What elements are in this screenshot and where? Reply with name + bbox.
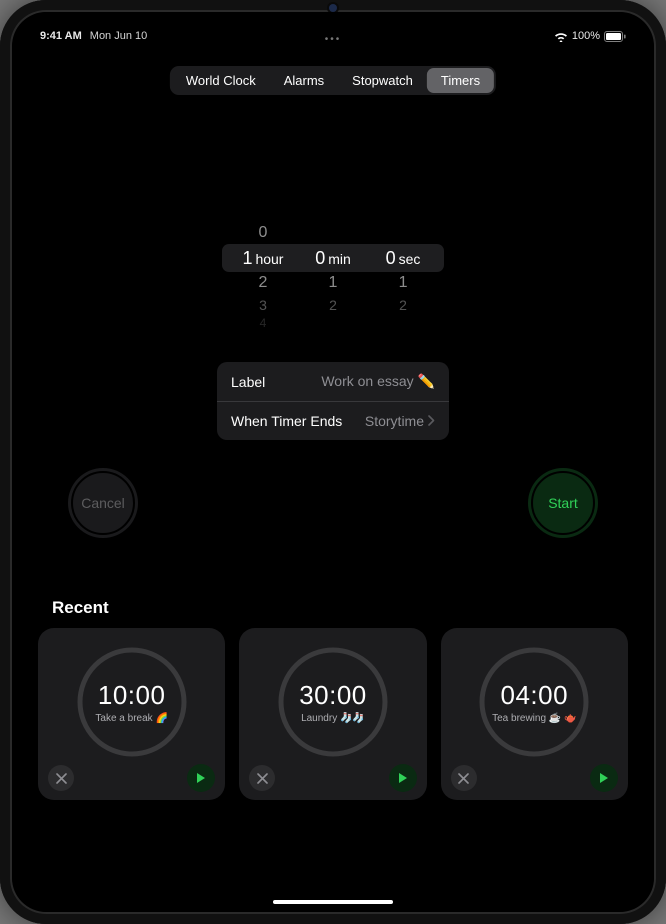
cancel-button-label: Cancel bbox=[81, 495, 125, 511]
picker-seconds-current: 0 sec bbox=[386, 244, 421, 272]
play-icon bbox=[599, 772, 609, 784]
timer-label: Laundry 🧦🧦 bbox=[301, 713, 365, 725]
picker-minutes-value: 0 bbox=[315, 244, 325, 272]
picker-minutes-current: 0 min bbox=[315, 244, 351, 272]
recent-timer-card: 04:00 Tea brewing ☕️ 🫖 bbox=[441, 628, 628, 800]
timer-label-value: Work on essay ✏️ bbox=[321, 373, 435, 390]
picker-seconds-unit: sec bbox=[399, 245, 421, 273]
picker-minutes-below-2: 2 bbox=[329, 294, 337, 316]
picker-seconds-below-2: 2 bbox=[399, 294, 407, 316]
status-left: 9:41 AM Mon Jun 10 bbox=[40, 30, 147, 42]
picker-hours-below-2: 3 bbox=[259, 294, 267, 316]
timer-label-key: Label bbox=[231, 374, 265, 390]
timer-end-sound-row[interactable]: When Timer Ends Storytime bbox=[217, 401, 449, 440]
duration-picker[interactable]: 0 1 hour 2 3 4 0 min 1 bbox=[228, 222, 438, 322]
multitask-dots-icon[interactable]: ••• bbox=[325, 34, 342, 45]
play-icon bbox=[196, 772, 206, 784]
picker-hours-below-3: 4 bbox=[260, 316, 267, 330]
timer-end-key: When Timer Ends bbox=[231, 413, 342, 429]
tab-stopwatch[interactable]: Stopwatch bbox=[338, 68, 427, 93]
timer-label: Take a break 🌈 bbox=[95, 713, 168, 725]
tab-world-clock[interactable]: World Clock bbox=[172, 68, 270, 93]
recent-timer-card: 30:00 Laundry 🧦🧦 bbox=[239, 628, 426, 800]
picker-hours-below-1: 2 bbox=[259, 272, 268, 294]
picker-hours-above: 0 bbox=[259, 222, 268, 244]
delete-timer-button[interactable] bbox=[451, 765, 477, 791]
timer-dial: 10:00 Take a break 🌈 bbox=[76, 646, 188, 758]
picker-seconds-below-1: 1 bbox=[399, 272, 408, 294]
timer-time: 30:00 bbox=[299, 680, 367, 711]
cancel-button[interactable]: Cancel bbox=[68, 468, 138, 538]
status-date: Mon Jun 10 bbox=[90, 30, 147, 42]
front-camera bbox=[329, 4, 337, 12]
tab-alarms[interactable]: Alarms bbox=[270, 68, 338, 93]
timer-label-row[interactable]: Label Work on essay ✏️ bbox=[217, 362, 449, 401]
recent-heading: Recent bbox=[52, 598, 109, 618]
start-button-label: Start bbox=[548, 495, 578, 511]
status-right: 100% bbox=[554, 30, 626, 42]
clock-tabs: World Clock Alarms Stopwatch Timers bbox=[170, 66, 496, 95]
battery-percentage: 100% bbox=[572, 30, 600, 42]
timer-label: Tea brewing ☕️ 🫖 bbox=[492, 713, 576, 725]
recent-timer-card: 10:00 Take a break 🌈 bbox=[38, 628, 225, 800]
delete-timer-button[interactable] bbox=[48, 765, 74, 791]
picker-hours-current: 1 hour bbox=[242, 244, 283, 272]
status-time: 9:41 AM bbox=[40, 30, 82, 42]
picker-minutes-unit: min bbox=[328, 245, 351, 273]
play-timer-button[interactable] bbox=[389, 764, 417, 792]
close-icon bbox=[458, 773, 469, 784]
delete-timer-button[interactable] bbox=[249, 765, 275, 791]
start-button[interactable]: Start bbox=[528, 468, 598, 538]
picker-minutes-below-1: 1 bbox=[329, 272, 338, 294]
picker-seconds-column[interactable]: 0 sec 1 2 bbox=[368, 222, 438, 322]
timer-time: 10:00 bbox=[98, 680, 166, 711]
picker-hours-unit: hour bbox=[255, 245, 283, 273]
close-icon bbox=[257, 773, 268, 784]
battery-icon bbox=[604, 31, 626, 42]
picker-minutes-column[interactable]: 0 min 1 2 bbox=[298, 222, 368, 322]
picker-seconds-value: 0 bbox=[386, 244, 396, 272]
close-icon bbox=[56, 773, 67, 784]
screen: 9:41 AM Mon Jun 10 100% ••• World Clock … bbox=[12, 12, 654, 912]
timer-settings-list: Label Work on essay ✏️ When Timer Ends S… bbox=[217, 362, 449, 440]
ipad-frame: 9:41 AM Mon Jun 10 100% ••• World Clock … bbox=[0, 0, 666, 924]
tab-timers[interactable]: Timers bbox=[427, 68, 494, 93]
recent-timers-list: 10:00 Take a break 🌈 bbox=[38, 628, 628, 800]
timer-end-value: Storytime bbox=[365, 413, 435, 429]
chevron-right-icon bbox=[428, 413, 435, 429]
timer-end-value-text: Storytime bbox=[365, 413, 424, 429]
picker-hours-column[interactable]: 0 1 hour 2 3 4 bbox=[228, 222, 298, 322]
timer-dial: 04:00 Tea brewing ☕️ 🫖 bbox=[478, 646, 590, 758]
play-timer-button[interactable] bbox=[187, 764, 215, 792]
picker-hours-value: 1 bbox=[242, 244, 252, 272]
wifi-icon bbox=[554, 31, 568, 42]
home-indicator[interactable] bbox=[273, 900, 393, 904]
play-timer-button[interactable] bbox=[590, 764, 618, 792]
timer-dial: 30:00 Laundry 🧦🧦 bbox=[277, 646, 389, 758]
play-icon bbox=[398, 772, 408, 784]
timer-time: 04:00 bbox=[501, 680, 569, 711]
